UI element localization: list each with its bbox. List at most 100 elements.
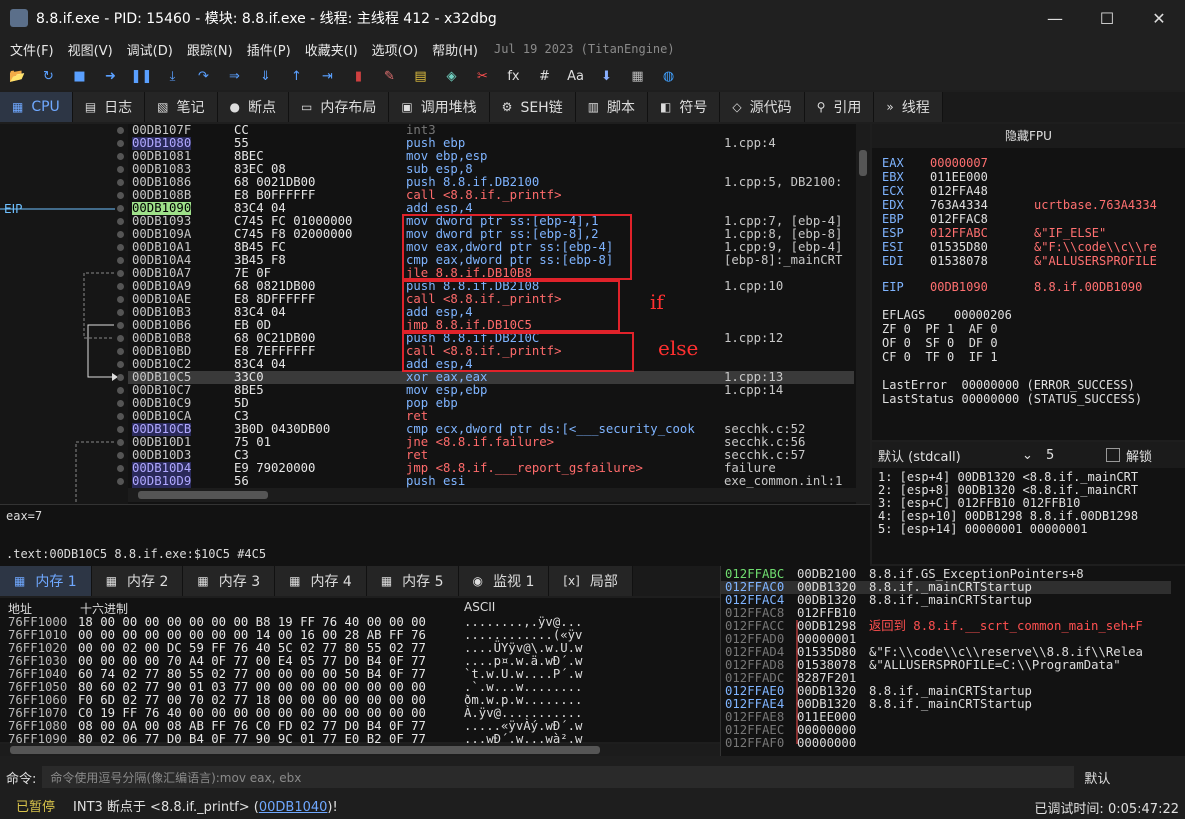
breakpoint-dot[interactable]	[117, 244, 124, 251]
checkbox-unlock[interactable]	[1106, 448, 1120, 462]
breakpoint-dot[interactable]	[117, 322, 124, 329]
stack-view[interactable]: 012FFABC 00DB2100 8.8.if.GS_ExceptionPoint…	[720, 566, 1185, 756]
menu-item[interactable]: 收藏夹(I)	[301, 40, 368, 59]
breakpoint-dot[interactable]	[117, 218, 124, 225]
breakpoint-dot[interactable]	[117, 166, 124, 173]
register-row[interactable]: ESP 012FFABC &"IF_ELSE"	[882, 226, 1106, 240]
disassembly-hscrollbar[interactable]	[128, 488, 856, 502]
flags-row[interactable]: OF 0 SF 0 DF 0	[882, 336, 998, 350]
open-icon[interactable]: 📂	[6, 65, 29, 87]
disassembly-vscrollbar[interactable]	[856, 124, 870, 504]
patch-icon[interactable]: ▮	[347, 65, 370, 87]
memory-tab-4[interactable]: ▦ 内存 5	[366, 566, 459, 596]
menu-item[interactable]: 文件(F)	[6, 40, 64, 59]
tab-1[interactable]: ▤ 日志	[72, 92, 146, 122]
fx-icon[interactable]: fx	[502, 65, 525, 87]
breakpoint-dot[interactable]	[117, 296, 124, 303]
disasm-address[interactable]: 00DB10D9	[132, 475, 192, 488]
maximize-button[interactable]: ☐	[1081, 0, 1133, 36]
breakpoint-dot[interactable]	[117, 153, 124, 160]
trace-over-icon[interactable]: ⇓	[254, 65, 277, 87]
memory-tab-2[interactable]: ▦ 内存 3	[183, 566, 276, 596]
disasm-row[interactable]: 00DB10D9 56 push esi exe_common.inl:1	[128, 475, 854, 488]
trace-into-icon[interactable]: ⇒	[223, 65, 246, 87]
tab-11[interactable]: » 线程	[874, 92, 943, 122]
register-row[interactable]: EAX 00000007	[882, 156, 988, 170]
breakpoint-dot[interactable]	[117, 205, 124, 212]
restart-icon[interactable]: ↻	[37, 65, 60, 87]
stack-row[interactable]: 012FFAE8 011EE000	[721, 711, 1171, 724]
memory-tab-1[interactable]: ▦ 内存 2	[91, 566, 184, 596]
stop-icon[interactable]: ■	[68, 65, 91, 87]
command-input[interactable]: 命令使用逗号分隔(像汇编语言):mov eax, ebx	[42, 766, 1075, 788]
stack-row[interactable]: 012FFAEC 00000000	[721, 724, 1171, 737]
stack-row[interactable]: 012FFAE4 00DB1320 8.8.if._mainCRTStartup	[721, 698, 1171, 711]
tab-0[interactable]: ▦ CPU	[0, 92, 73, 122]
register-row[interactable]: ESI 01535D80 &"F:\\code\\c\\re	[882, 240, 1157, 254]
register-row[interactable]: EBP 012FFAC8	[882, 212, 988, 226]
breakpoint-dot[interactable]	[117, 309, 124, 316]
tab-5[interactable]: ▣ 调用堆栈	[389, 92, 490, 122]
step-over-icon[interactable]: ↷	[192, 65, 215, 87]
breakpoint-dot[interactable]	[117, 478, 124, 485]
pause-icon[interactable]: ❚❚	[130, 65, 153, 87]
stack-arg-row[interactable]: 1: [esp+4] 00DB1320 <8.8.if._mainCRT	[878, 470, 1138, 484]
tab-10[interactable]: ⚲ 引用	[804, 92, 875, 122]
memory-tab-0[interactable]: ▦ 内存 1	[0, 566, 92, 596]
run-icon[interactable]: ➜	[99, 65, 122, 87]
breakpoint-dot[interactable]	[117, 452, 124, 459]
stack-address[interactable]: 012FFAF0	[725, 737, 784, 750]
memory-tab-3[interactable]: ▦ 内存 4	[275, 566, 367, 596]
memory-tab-6[interactable]: [x] 局部	[549, 566, 633, 596]
stack-row[interactable]: 012FFAC4 00DB1320 8.8.if._mainCRTStartup	[721, 594, 1171, 607]
tab-2[interactable]: ▧ 笔记	[145, 92, 218, 122]
minimize-button[interactable]: —	[1029, 0, 1081, 36]
breakpoint-dot[interactable]	[117, 426, 124, 433]
tab-6[interactable]: ⚙ SEH链	[489, 92, 576, 122]
step-into-icon[interactable]: ⤓	[161, 65, 184, 87]
module-icon[interactable]: ⬇	[595, 65, 618, 87]
breakpoint-dot[interactable]	[117, 283, 124, 290]
eip-register[interactable]: EIP 00DB1090 8.8.if.00DB1090	[882, 280, 1142, 294]
tab-8[interactable]: ◧ 符号	[648, 92, 721, 122]
stack-row[interactable]: 012FFAF0 00000000	[721, 737, 1171, 750]
status-address-link[interactable]: 00DB1040	[259, 800, 328, 815]
menu-item[interactable]: 帮助(H)	[428, 40, 488, 59]
stack-row[interactable]: 012FFAD8 01538078 &"ALLUSERSPROFILE=C:\\Pr…	[721, 659, 1171, 672]
menu-item[interactable]: 视图(V)	[64, 40, 123, 59]
register-row[interactable]: EDI 01538078 &"ALLUSERSPROFILE	[882, 254, 1157, 268]
register-row[interactable]: ECX 012FFA48	[882, 184, 988, 198]
menu-item[interactable]: 跟踪(N)	[183, 40, 243, 59]
register-row[interactable]: EDX 763A4334 ucrtbase.763A4334	[882, 198, 1157, 212]
memory-dump[interactable]: 地址 十六进制 ASCII 76FF1000 18 00 00 00 00 00 …	[0, 598, 720, 746]
dump-hscrollbar[interactable]	[0, 744, 720, 756]
flags-row[interactable]: CF 0 TF 0 IF 1	[882, 350, 998, 364]
tab-9[interactable]: ◇ 源代码	[720, 92, 805, 122]
tab-7[interactable]: ▥ 脚本	[575, 92, 649, 122]
globe-icon[interactable]: ◍	[657, 65, 680, 87]
label-icon[interactable]: ▤	[409, 65, 432, 87]
menu-item[interactable]: 调试(D)	[123, 40, 183, 59]
breakpoint-dot[interactable]	[117, 179, 124, 186]
disassembly-view[interactable]: EIP 00DB107F CC int3 00DB1080 55 push ebp 1.cp…	[0, 124, 870, 504]
stack-arg-row[interactable]: 5: [esp+14] 00000001 00000001	[878, 522, 1088, 536]
fpu-toggle[interactable]: 隐藏FPU	[872, 124, 1185, 148]
breakpoint-dot[interactable]	[117, 192, 124, 199]
breakpoint-dot[interactable]	[117, 270, 124, 277]
comment-icon[interactable]: ✎	[378, 65, 401, 87]
breakpoint-dot[interactable]	[117, 257, 124, 264]
breakpoint-dot[interactable]	[117, 465, 124, 472]
breakpoint-dot[interactable]	[117, 127, 124, 134]
breakpoint-dot[interactable]	[117, 335, 124, 342]
calling-convention-select[interactable]: 默认 (stdcall)	[878, 446, 1022, 465]
breakpoint-dot[interactable]	[117, 231, 124, 238]
stack-row[interactable]: 012FFACC 00DB1298 返回到 8.8.if.__scrt_common…	[721, 620, 1171, 633]
stack-arg-row[interactable]: 4: [esp+10] 00DB1298 8.8.if.00DB1298	[878, 509, 1138, 523]
breakpoint-dot[interactable]	[117, 439, 124, 446]
breakpoint-dot[interactable]	[117, 387, 124, 394]
tab-3[interactable]: ● 断点	[217, 92, 289, 122]
hash-icon[interactable]: #	[533, 65, 556, 87]
command-mode-select[interactable]: 默认	[1084, 768, 1110, 787]
run-to-user-icon[interactable]: ⇥	[316, 65, 339, 87]
stack-arg-row[interactable]: 2: [esp+8] 00DB1320 <8.8.if._mainCRT	[878, 483, 1138, 497]
